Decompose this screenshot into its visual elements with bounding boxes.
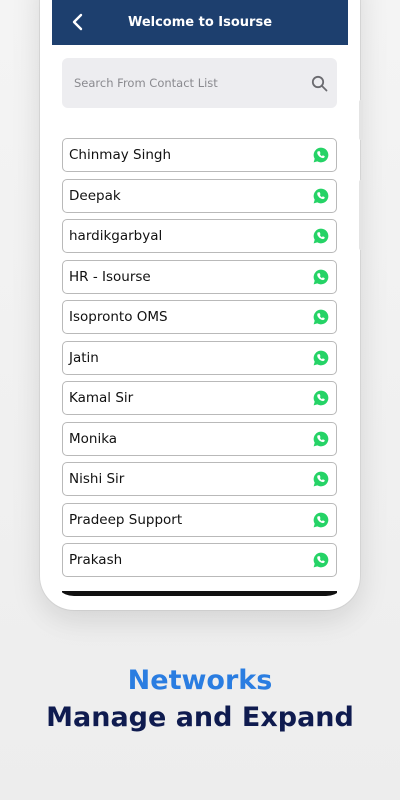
contact-name: Jatin	[69, 349, 99, 366]
whatsapp-icon[interactable]	[312, 430, 330, 448]
contact-name: Monika	[69, 430, 118, 447]
partial-list-item	[62, 591, 337, 596]
contact-name: HR - Isourse	[69, 268, 151, 285]
contact-name: Nishi Sir	[69, 471, 125, 487]
contact-name: Prakash	[69, 552, 123, 568]
contact-list-item[interactable]: Kamal Sir	[62, 381, 337, 415]
contact-name: Chinmay Singh	[69, 147, 171, 163]
contact-list-item[interactable]: HR - Isourse	[62, 259, 337, 294]
tagline-heading: Networks	[127, 665, 273, 696]
contact-list-item[interactable]: Nishi Sir	[62, 462, 337, 496]
contact-list-item[interactable]: hardikgarbyal	[62, 219, 337, 253]
contact-list: Chinmay Singh Deepak hardikgarbyal HR - Iso…	[62, 138, 337, 584]
contact-list-item[interactable]: Monika	[62, 421, 337, 456]
phone-side-button	[359, 180, 363, 250]
contact-name: Kamal Sir	[69, 390, 134, 406]
page-title: Welcome to Isourse	[127, 15, 273, 30]
whatsapp-icon[interactable]	[312, 389, 330, 407]
whatsapp-icon[interactable]	[312, 268, 330, 286]
contact-name: Pradeep Support	[69, 511, 183, 528]
contact-name: Isopronto OMS	[69, 309, 168, 325]
whatsapp-icon[interactable]	[312, 227, 330, 245]
back-button[interactable]	[62, 6, 94, 38]
tagline-subheading: Manage and Expand	[46, 702, 354, 733]
search-input[interactable]	[72, 75, 301, 91]
search-icon	[311, 75, 327, 91]
contact-list-item[interactable]: Chinmay Singh	[62, 138, 337, 172]
whatsapp-icon[interactable]	[312, 511, 330, 529]
search-bar	[62, 58, 337, 108]
whatsapp-icon[interactable]	[312, 187, 330, 205]
tagline: Networks Manage and Expand	[0, 665, 400, 733]
contact-name: Deepak	[69, 187, 121, 204]
phone-frame: Welcome to Isourse Chinmay Singh Deepak ha…	[40, 0, 363, 610]
search-button[interactable]	[301, 65, 337, 101]
whatsapp-icon[interactable]	[312, 470, 330, 488]
app-screen: Welcome to Isourse Chinmay Singh Deepak ha…	[52, 0, 348, 596]
phone-side-button	[359, 100, 363, 140]
whatsapp-icon[interactable]	[312, 349, 330, 367]
contact-name: hardikgarbyal	[69, 228, 163, 244]
whatsapp-icon[interactable]	[312, 551, 330, 569]
contact-list-item[interactable]: Prakash	[62, 543, 337, 577]
contact-list-item[interactable]: Pradeep Support	[62, 502, 337, 537]
contact-list-item[interactable]: Deepak	[62, 178, 337, 213]
contact-list-item[interactable]: Jatin	[62, 340, 337, 375]
app-header: Welcome to Isourse	[52, 0, 348, 45]
whatsapp-icon[interactable]	[312, 308, 330, 326]
back-arrow-icon	[72, 13, 83, 31]
whatsapp-icon[interactable]	[312, 146, 330, 164]
contact-list-item[interactable]: Isopronto OMS	[62, 300, 337, 334]
